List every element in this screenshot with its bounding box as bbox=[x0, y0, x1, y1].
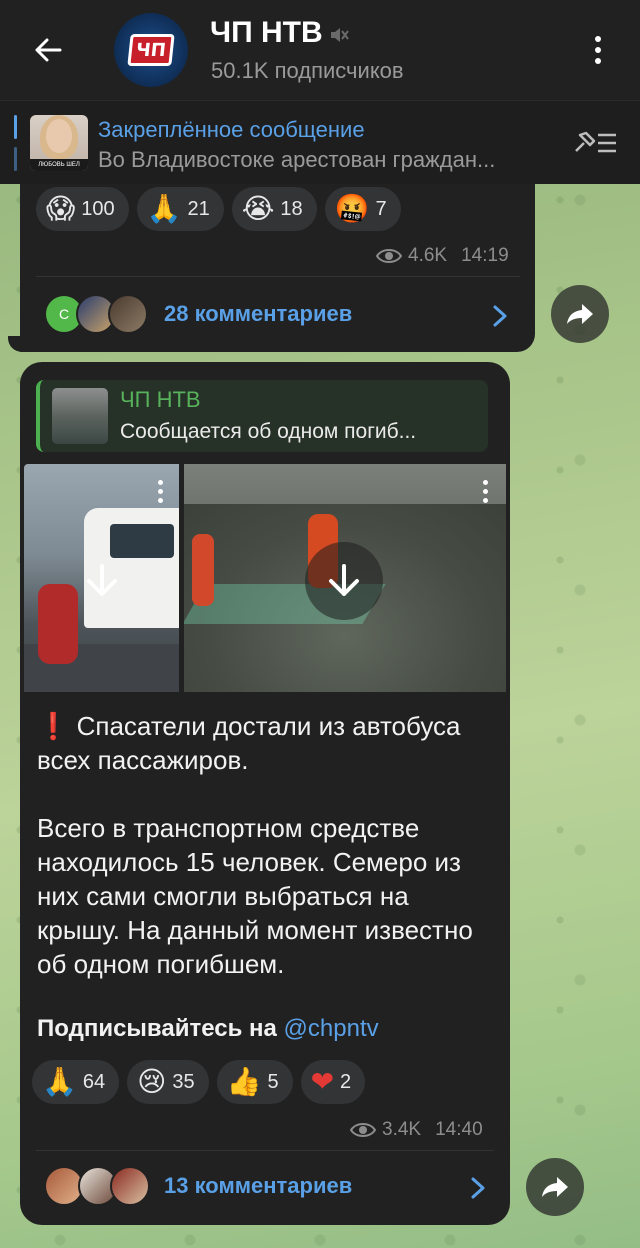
share-arrow-icon bbox=[542, 1177, 568, 1197]
comments-count: 13 комментариев bbox=[164, 1173, 353, 1198]
dot-icon bbox=[595, 58, 601, 64]
reaction-chip[interactable]: 😭 18 bbox=[231, 187, 317, 231]
pinned-title: Закреплённое сообщение bbox=[98, 117, 365, 142]
chevron-right-icon bbox=[471, 1177, 485, 1199]
divider bbox=[36, 276, 520, 277]
subscribe-line: Подписывайтесь на @chpntv bbox=[37, 1015, 379, 1043]
reaction-count: 64 bbox=[82, 1070, 106, 1093]
view-count: 3.4K bbox=[382, 1119, 422, 1140]
dot-icon bbox=[595, 47, 601, 53]
chat-header: ЧП ЧП НТВ 50.1K подписчиков bbox=[0, 0, 640, 100]
dot-icon bbox=[595, 36, 601, 42]
eye-icon bbox=[350, 1123, 376, 1137]
download-arrow-icon bbox=[329, 564, 359, 596]
channel-logo: ЧП bbox=[127, 34, 175, 66]
media-menu-button[interactable] bbox=[158, 480, 163, 503]
divider bbox=[36, 1150, 494, 1151]
share-button[interactable] bbox=[526, 1158, 584, 1216]
reaction-count: 5 bbox=[267, 1070, 279, 1093]
crying-face-icon: 😭 bbox=[241, 192, 275, 225]
folded-hands-icon: 🙏 bbox=[42, 1065, 77, 1098]
message-paragraph: Всего в транспортном средстве находилось… bbox=[37, 813, 473, 979]
download-button[interactable] bbox=[305, 542, 383, 620]
reaction-count: 35 bbox=[172, 1070, 195, 1093]
pinned-thumbnail-caption: ЛЮБОВЬ ШЕЛ bbox=[30, 159, 88, 171]
reaction-count: 2 bbox=[340, 1070, 352, 1093]
thumbs-up-icon: 👍 bbox=[226, 1065, 262, 1098]
reactions-row: 😱 100 🙏 21 😭 18 🤬 7 bbox=[36, 187, 401, 231]
commenter-avatars bbox=[44, 1166, 150, 1206]
pinned-preview: Во Владивостоке арестован граждан... bbox=[98, 147, 496, 172]
chevron-right-icon bbox=[493, 305, 507, 327]
reaction-chip[interactable]: 🙏 64 bbox=[32, 1060, 120, 1104]
share-button[interactable] bbox=[551, 285, 609, 343]
muted-icon bbox=[331, 28, 349, 42]
comments-button[interactable]: С 28 комментариев bbox=[44, 294, 352, 334]
avatar bbox=[108, 294, 148, 334]
reaction-count: 21 bbox=[187, 197, 210, 220]
cursing-face-icon: 🤬 bbox=[334, 192, 370, 225]
reaction-count: 18 bbox=[280, 197, 303, 220]
message-meta: 4.6K 14:19 bbox=[376, 245, 509, 267]
reaction-chip[interactable]: 🙏 21 bbox=[136, 187, 224, 231]
bubble-tail bbox=[8, 336, 28, 352]
reaction-chip[interactable]: ❤ 2 bbox=[300, 1060, 366, 1104]
channel-avatar[interactable]: ЧП bbox=[114, 13, 188, 87]
back-button[interactable] bbox=[22, 26, 74, 74]
heart-icon: ❤ bbox=[310, 1065, 335, 1098]
message-meta: 3.4K 14:40 bbox=[350, 1119, 483, 1141]
folded-hands-icon: 🙏 bbox=[146, 192, 182, 225]
download-button[interactable] bbox=[63, 542, 141, 620]
subscribe-text: Подписывайтесь на bbox=[37, 1015, 284, 1042]
message-time: 14:40 bbox=[435, 1119, 483, 1140]
commenter-avatars: С bbox=[44, 294, 150, 334]
reactions-row: 🙏 64 😢 35 👍 5 ❤ 2 bbox=[32, 1060, 366, 1104]
screaming-face-icon: 😱 bbox=[46, 192, 76, 225]
message-paragraph: ❗ Спасатели достали из автобуса всех пас… bbox=[37, 709, 487, 777]
reaction-chip[interactable]: 😢 35 bbox=[127, 1060, 209, 1104]
crying-face-icon: 😢 bbox=[137, 1065, 167, 1098]
subscriber-count: 50.1K подписчиков bbox=[211, 58, 404, 83]
pinned-list-icon[interactable] bbox=[572, 129, 620, 157]
media-menu-button[interactable] bbox=[483, 480, 488, 503]
share-arrow-icon bbox=[567, 304, 593, 324]
pinned-thumbnail: ЛЮБОВЬ ШЕЛ bbox=[30, 115, 88, 171]
comments-count: 28 комментариев bbox=[164, 301, 353, 326]
exclamation-icon: ❗ bbox=[37, 711, 70, 741]
message-text: Спасатели достали из автобуса всех пасса… bbox=[37, 711, 461, 775]
channel-title[interactable]: ЧП НТВ bbox=[210, 16, 323, 50]
download-arrow-icon bbox=[87, 564, 117, 596]
message-time: 14:19 bbox=[461, 245, 509, 266]
pinned-message-bar[interactable]: ЛЮБОВЬ ШЕЛ Закреплённое сообщение Во Вла… bbox=[0, 100, 640, 184]
eye-icon bbox=[376, 249, 402, 263]
reaction-count: 100 bbox=[81, 197, 115, 220]
forwarded-reply-quote[interactable]: ЧП НТВ Сообщается об одном погиб... bbox=[36, 380, 488, 452]
comments-button[interactable]: 13 комментариев bbox=[44, 1166, 352, 1206]
avatar bbox=[110, 1166, 150, 1206]
view-count: 4.6K bbox=[408, 245, 448, 266]
pinned-indicator bbox=[14, 115, 17, 171]
channel-mention-link[interactable]: @chpntv bbox=[284, 1015, 379, 1042]
quote-thumbnail bbox=[52, 388, 108, 444]
reaction-count: 7 bbox=[375, 197, 387, 220]
quote-text: Сообщается об одном погиб... bbox=[120, 420, 417, 443]
reaction-chip[interactable]: 🤬 7 bbox=[324, 187, 401, 231]
back-arrow-icon bbox=[35, 38, 62, 62]
quote-title: ЧП НТВ bbox=[120, 387, 201, 412]
more-options-button[interactable] bbox=[578, 28, 618, 72]
reaction-chip[interactable]: 👍 5 bbox=[216, 1060, 293, 1104]
reaction-chip[interactable]: 😱 100 bbox=[36, 187, 129, 231]
